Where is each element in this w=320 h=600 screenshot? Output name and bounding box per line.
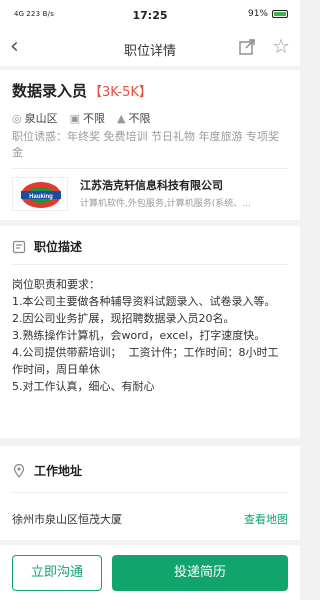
job-experience: ▣ 不限 [70,110,105,126]
description-line: 岗位职责和要求： [12,278,100,291]
address-heading: 工作地址 [12,462,82,479]
job-salary: 【3K-5K】 [89,85,152,100]
description-line: 2.因公司业务扩展，现招聘数据录入员20名。 [12,312,235,325]
chat-now-button[interactable]: 立即沟通 [12,555,102,591]
description-line: 5.对工作认真，细心、有耐心 [12,380,155,393]
battery-percent: 91% [247,9,268,19]
description-card: 职位描述 岗位职责和要求： 1.本公司主要做各种辅导资料试题录入、试卷录入等。 … [0,226,300,438]
document-icon [12,240,26,253]
description-line: 1.本公司主要做各种辅导资料试题录入、试卷录入等。 [12,295,276,308]
status-bar: 4G 223 B/s 17:25 91% [0,0,300,30]
description-heading: 职位描述 [12,238,82,255]
job-title: 数据录入员 【3K-5K】 [12,80,152,101]
job-location: ◎ 泉山区 [12,110,58,126]
education-label: 不限 [128,112,151,125]
graduation-cap-icon: ▲ [117,112,126,125]
share-icon[interactable] [238,38,256,56]
job-meta: ◎ 泉山区 ▣ 不限 ▲ 不限 [12,110,150,126]
location-icon: ◎ [12,112,22,125]
description-line: 3.熟练操作计算机，会word，excel，打字速度快。 [12,329,266,342]
job-card: 数据录入员 【3K-5K】 ◎ 泉山区 ▣ 不限 ▲ 不限 职位诱惑：年终奖 免费培训 … [0,70,300,220]
bottom-action-bar: 立即沟通 投递简历 [0,545,300,600]
svg-text:Hauking: Hauking [29,194,53,200]
location-label: 泉山区 [24,112,58,125]
address-heading-label: 工作地址 [34,464,83,478]
address-card: 工作地址 徐州市泉山区恒茂大厦 查看地图 [0,446,300,540]
description-body: 岗位职责和要求： 1.本公司主要做各种辅导资料试题录入、试卷录入等。 2.因公司… [12,276,288,395]
job-education: ▲ 不限 [117,110,150,126]
star-icon[interactable]: ☆ [272,36,290,56]
submit-resume-button[interactable]: 投递简历 [112,555,288,591]
nav-bar: ‹ 职位详情 ☆ [0,30,300,66]
company-name[interactable]: 江苏浩克轩信息科技有限公司 [80,177,223,193]
divider [12,264,288,265]
address-text: 徐州市泉山区恒茂大厦 [12,513,122,526]
view-map-link[interactable]: 查看地图 [244,511,288,527]
job-name: 数据录入员 [12,82,88,100]
divider [12,168,288,169]
job-perks: 职位诱惑：年终奖 免费培训 节日礼物 年度旅游 专项奖金 [12,130,279,159]
company-logo[interactable]: Hauking [12,177,68,211]
divider [12,492,288,493]
experience-label: 不限 [83,112,106,125]
description-heading-label: 职位描述 [34,240,83,254]
status-right: 91% [248,9,288,19]
battery-icon [272,10,288,18]
description-line: 4.公司提供带薪培训； 工资计件；工作时间：8小时工作时间，周日单休 [12,346,279,376]
company-info: 计算机软件,外包服务,计算机服务(系统、... [80,199,251,209]
briefcase-icon: ▣ [69,112,81,125]
location-pin-icon [13,463,25,478]
